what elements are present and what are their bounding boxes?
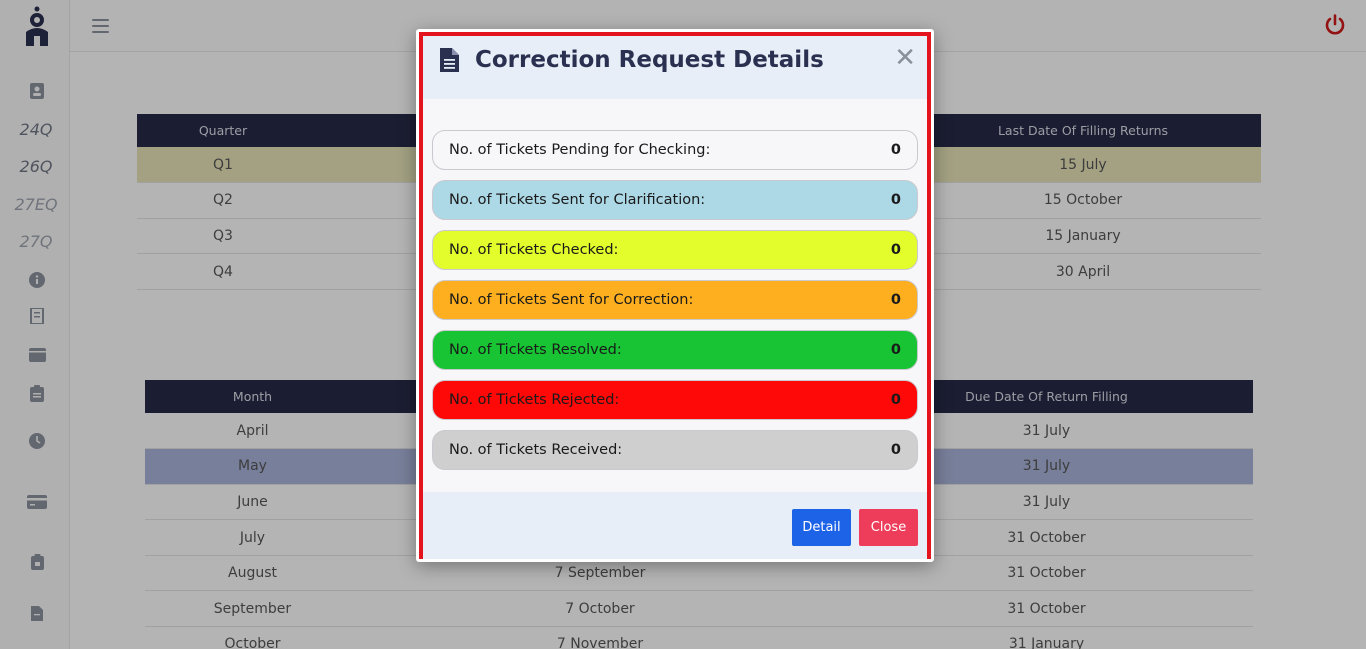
close-icon[interactable]: ✕ [894,45,916,71]
stat-value: 0 [890,442,901,458]
stat-pending-checking: No. of Tickets Pending for Checking: 0 [432,130,918,170]
stat-checked: No. of Tickets Checked: 0 [432,230,918,270]
correction-request-modal: Correction Request Details ✕ No. of Tick… [416,29,934,562]
stat-value: 0 [890,242,901,258]
stat-resolved: No. of Tickets Resolved: 0 [432,330,918,370]
modal-highlight-frame: Correction Request Details ✕ No. of Tick… [419,32,931,559]
stat-label: No. of Tickets Resolved: [449,342,622,358]
close-button[interactable]: Close [859,509,918,546]
document-icon [440,48,459,72]
stat-label: No. of Tickets Sent for Clarification: [449,192,706,208]
modal-body: No. of Tickets Pending for Checking: 0 N… [423,99,927,492]
stat-rejected: No. of Tickets Rejected: 0 [432,380,918,420]
stat-label: No. of Tickets Sent for Correction: [449,292,694,308]
detail-button[interactable]: Detail [792,509,851,546]
stat-value: 0 [890,292,901,308]
stat-sent-clarification: No. of Tickets Sent for Clarification: 0 [432,180,918,220]
modal-header: Correction Request Details ✕ [423,36,927,99]
stat-sent-correction: No. of Tickets Sent for Correction: 0 [432,280,918,320]
stat-label: No. of Tickets Checked: [449,242,619,258]
stat-label: No. of Tickets Received: [449,442,623,458]
stat-value: 0 [890,342,901,358]
modal-footer: Detail Close [423,492,927,559]
stat-value: 0 [890,192,901,208]
stat-value: 0 [890,392,901,408]
stat-received: No. of Tickets Received: 0 [432,430,918,470]
stat-label: No. of Tickets Rejected: [449,392,620,408]
stat-label: No. of Tickets Pending for Checking: [449,142,711,158]
modal-title: Correction Request Details [475,47,824,73]
stat-value: 0 [890,142,901,158]
